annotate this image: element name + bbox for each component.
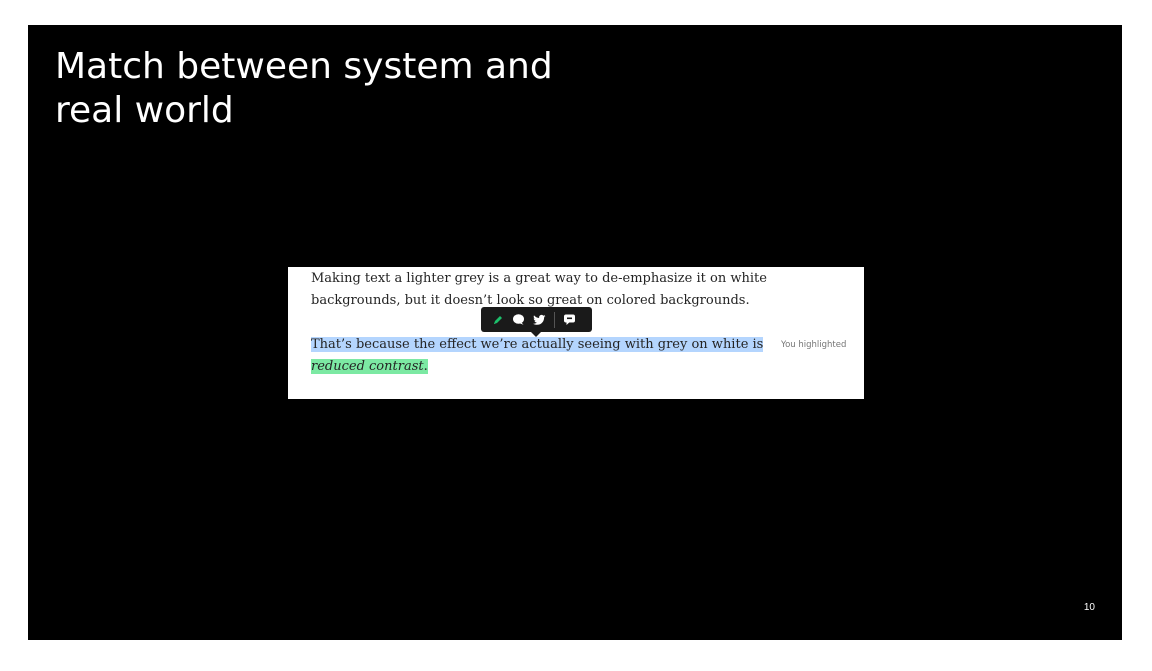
- twitter-button[interactable]: [529, 307, 550, 332]
- toolbar-divider: [554, 311, 555, 328]
- highlight-period: .: [423, 359, 428, 374]
- slide-title: Match between system and real world: [55, 46, 553, 131]
- highlighted-text[interactable]: reduced contrast: [311, 359, 424, 374]
- highlight-toolbar: [481, 307, 592, 337]
- twitter-icon: [533, 314, 546, 325]
- slide: Match between system and real world Maki…: [28, 25, 1122, 640]
- slide-number: 10: [1083, 602, 1095, 613]
- you-highlighted-label: You highlighted: [781, 340, 847, 350]
- paragraph-1: Making text a lighter grey is a great wa…: [311, 271, 767, 308]
- highlight-icon: [493, 315, 502, 324]
- paragraph-2: That’s because the effect we’re actually…: [311, 334, 781, 378]
- private-note-button[interactable]: [559, 307, 580, 332]
- respond-icon: [513, 314, 524, 325]
- highlight-button[interactable]: [487, 307, 508, 332]
- article-screenshot: Making text a lighter grey is a great wa…: [288, 267, 864, 399]
- respond-button[interactable]: [508, 307, 529, 332]
- private-note-icon: [564, 314, 575, 325]
- selected-text[interactable]: That’s because the effect we’re actually…: [311, 337, 764, 352]
